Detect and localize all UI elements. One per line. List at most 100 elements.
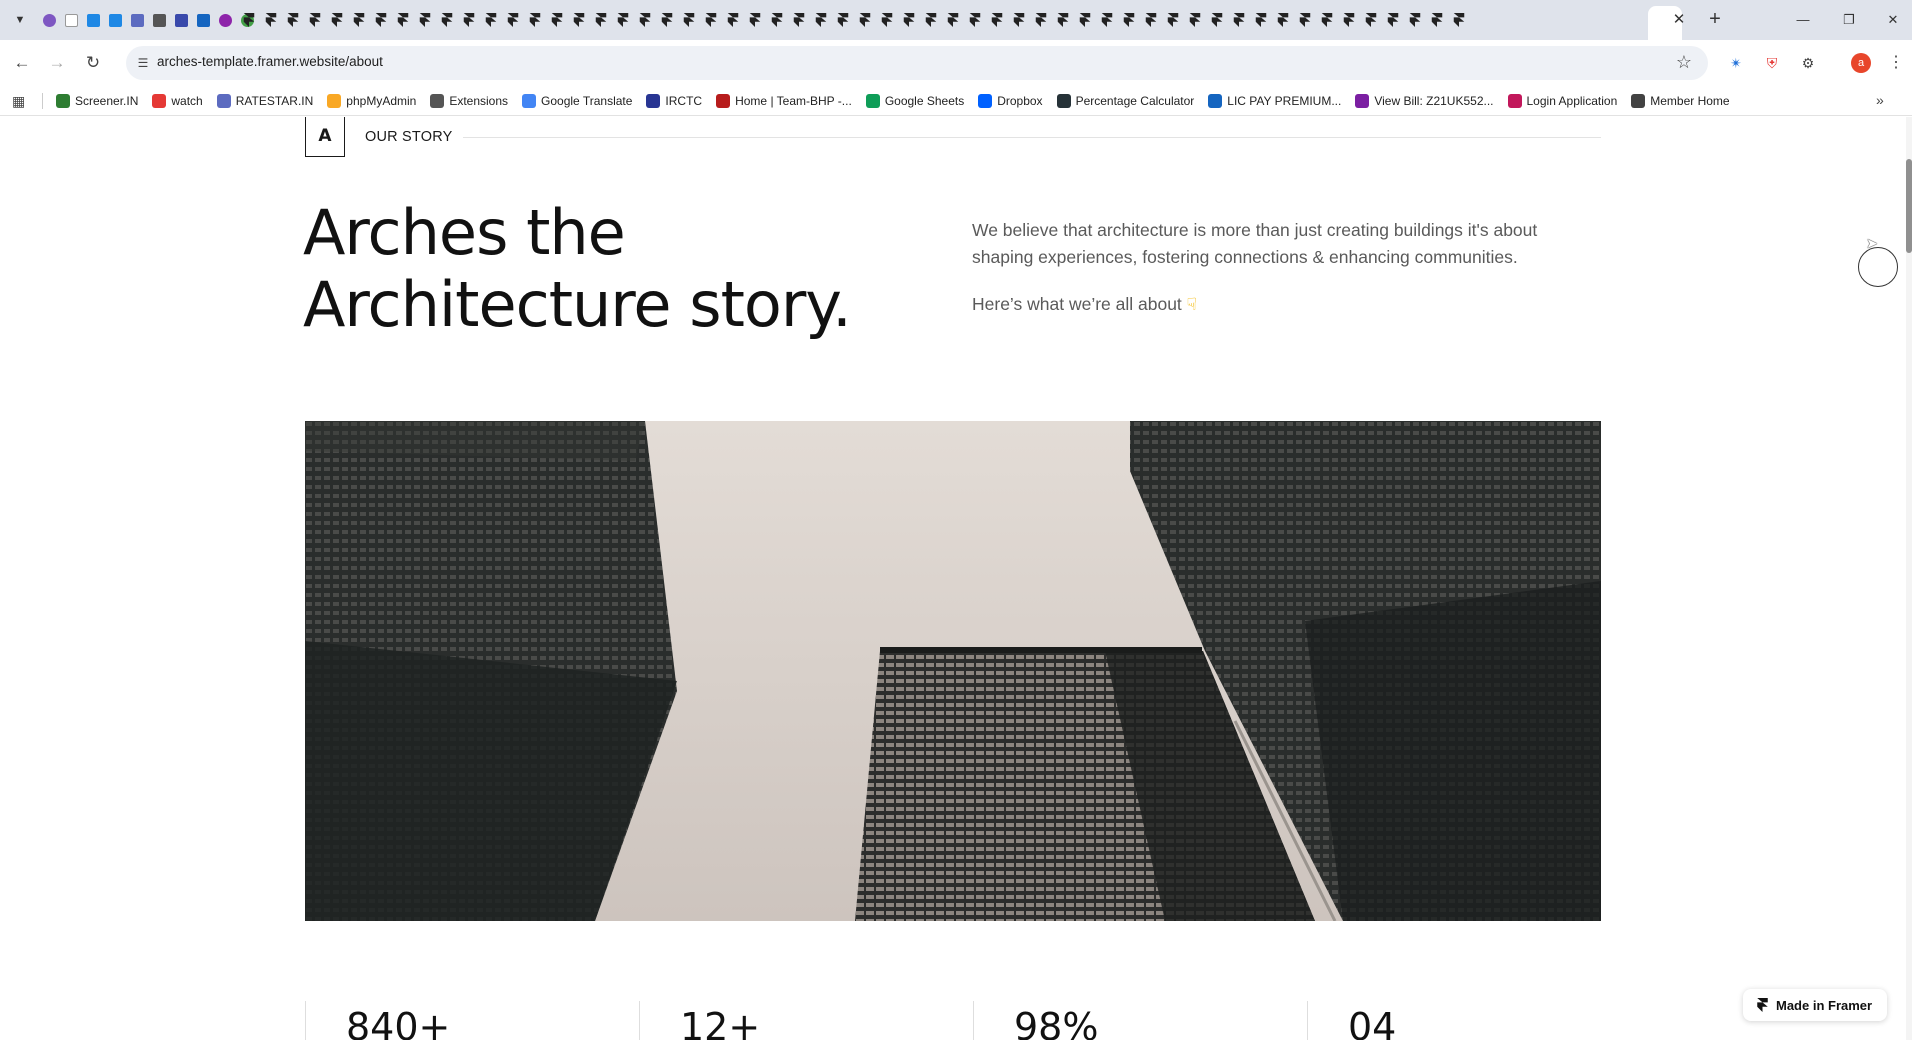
bookmark-item[interactable]: IRCTC [646,94,702,108]
framer-tab-icon[interactable] [414,10,436,30]
framer-tab-icon[interactable] [348,10,370,30]
framer-tab-icon[interactable] [1096,10,1118,30]
url-text[interactable]: arches-template.framer.website/about [157,54,383,69]
framer-tab-icon[interactable] [1228,10,1250,30]
new-tab-button[interactable]: + [1703,8,1727,32]
framer-tab-icon[interactable] [568,10,590,30]
bookmark-item[interactable]: Percentage Calculator [1056,94,1194,108]
framer-tab-icon[interactable] [1360,10,1382,30]
framer-tab-icon[interactable] [1052,10,1074,30]
framer-tab-icon[interactable] [612,10,634,30]
framer-tab-icon[interactable] [1074,10,1096,30]
framer-tab-icon[interactable] [1272,10,1294,30]
framer-tab-icon[interactable] [1338,10,1360,30]
bookmark-item[interactable]: Login Application [1507,94,1617,108]
framer-tab-icon[interactable] [238,10,260,30]
apps-grid-icon[interactable]: ▦ [12,92,30,110]
framer-tab-icon[interactable] [766,10,788,30]
framer-tab-icon[interactable] [678,10,700,30]
framer-tab-icon[interactable] [832,10,854,30]
framer-tab-icon[interactable] [788,10,810,30]
framer-tab-icon[interactable] [304,10,326,30]
tab-favicon[interactable] [38,10,60,30]
framer-tab-icon[interactable] [1316,10,1338,30]
bookmark-item[interactable]: Home | Team-BHP -... [716,94,852,108]
framer-tab-icon[interactable] [1426,10,1448,30]
framer-tab-icon[interactable] [260,10,282,30]
framer-tab-icon[interactable] [524,10,546,30]
tab-favicon[interactable] [104,10,126,30]
bookmark-item[interactable]: Google Sheets [865,94,964,108]
minimize-button[interactable]: — [1780,8,1826,32]
framer-tab-icon[interactable] [480,10,502,30]
tab-favicon[interactable] [126,10,148,30]
framer-tab-icon[interactable] [898,10,920,30]
framer-tab-icon[interactable] [458,10,480,30]
framer-tab-icon[interactable] [854,10,876,30]
framer-tab-icon[interactable] [634,10,656,30]
framer-tab-icon[interactable] [920,10,942,30]
framer-tab-icon[interactable] [436,10,458,30]
framer-tab-icon[interactable] [546,10,568,30]
bookmark-item[interactable]: LIC PAY PREMIUM... [1208,94,1341,108]
bookmark-item[interactable]: View Bill: Z21UK552... [1355,94,1494,108]
framer-tab-icon[interactable] [656,10,678,30]
scrollbar-thumb[interactable] [1906,159,1912,253]
site-info-icon[interactable]: ☰ [132,52,154,74]
forward-button[interactable]: → [43,49,71,77]
framer-tab-icon[interactable] [986,10,1008,30]
shield-extension-icon[interactable]: ⛨ [1759,50,1785,76]
bookmark-item[interactable]: Screener.IN [56,94,138,108]
framer-tab-icon[interactable] [1404,10,1426,30]
framer-tab-icon[interactable] [1250,10,1272,30]
bookmark-item[interactable]: Google Translate [522,94,632,108]
framer-tab-icon[interactable] [1162,10,1184,30]
framer-tab-icon[interactable] [1118,10,1140,30]
bookmark-star-icon[interactable]: ☆ [1672,50,1696,74]
made-in-framer-badge[interactable]: Made in Framer [1743,989,1887,1021]
tab-favicon[interactable] [82,10,104,30]
framer-tab-icon[interactable] [700,10,722,30]
framer-tab-icon[interactable] [876,10,898,30]
bookmark-item[interactable]: RATESTAR.IN [216,94,313,108]
tab-favicon[interactable] [148,10,170,30]
framer-tab-icon[interactable] [1184,10,1206,30]
page-scrollbar[interactable] [1906,117,1912,1040]
framer-tab-icon[interactable] [1448,10,1470,30]
framer-tab-icon[interactable] [370,10,392,30]
browser-menu-icon[interactable]: ⋮ [1886,50,1906,76]
bookmark-item[interactable]: Member Home [1631,94,1730,108]
tab-favicon[interactable] [214,10,236,30]
puzzle-extensions-icon[interactable]: ⚙ [1795,50,1821,76]
more-bookmarks-icon[interactable]: » [1876,92,1884,108]
framer-tab-icon[interactable] [326,10,348,30]
framer-tab-icon[interactable] [722,10,744,30]
bookmark-item[interactable]: Dropbox [978,94,1043,108]
tab-favicon[interactable] [192,10,214,30]
bookmark-item[interactable]: Extensions [430,94,508,108]
framer-tab-icon[interactable] [502,10,524,30]
reload-button[interactable]: ↻ [79,49,107,77]
framer-tab-icon[interactable] [964,10,986,30]
framer-tab-icon[interactable] [1206,10,1228,30]
extension-icon[interactable]: ✴ [1723,50,1749,76]
close-tab-icon[interactable]: ✕ [1668,9,1690,31]
framer-tab-icon[interactable] [590,10,612,30]
close-window-button[interactable]: ✕ [1870,8,1912,32]
framer-tab-icon[interactable] [392,10,414,30]
tab-search-icon[interactable]: ▼ [8,10,32,30]
tab-favicon[interactable] [170,10,192,30]
framer-tab-icon[interactable] [1294,10,1316,30]
framer-tab-icon[interactable] [1008,10,1030,30]
framer-tab-icon[interactable] [282,10,304,30]
tab-favicon[interactable] [60,10,82,30]
profile-avatar[interactable]: a [1851,53,1871,73]
framer-tab-icon[interactable] [1030,10,1052,30]
framer-tab-icon[interactable] [1140,10,1162,30]
framer-tab-icon[interactable] [1382,10,1404,30]
bookmark-item[interactable]: phpMyAdmin [327,94,416,108]
bookmark-item[interactable]: watch [152,94,203,108]
back-button[interactable]: ← [8,49,36,77]
framer-tab-icon[interactable] [744,10,766,30]
site-logo[interactable]: A [305,117,345,157]
